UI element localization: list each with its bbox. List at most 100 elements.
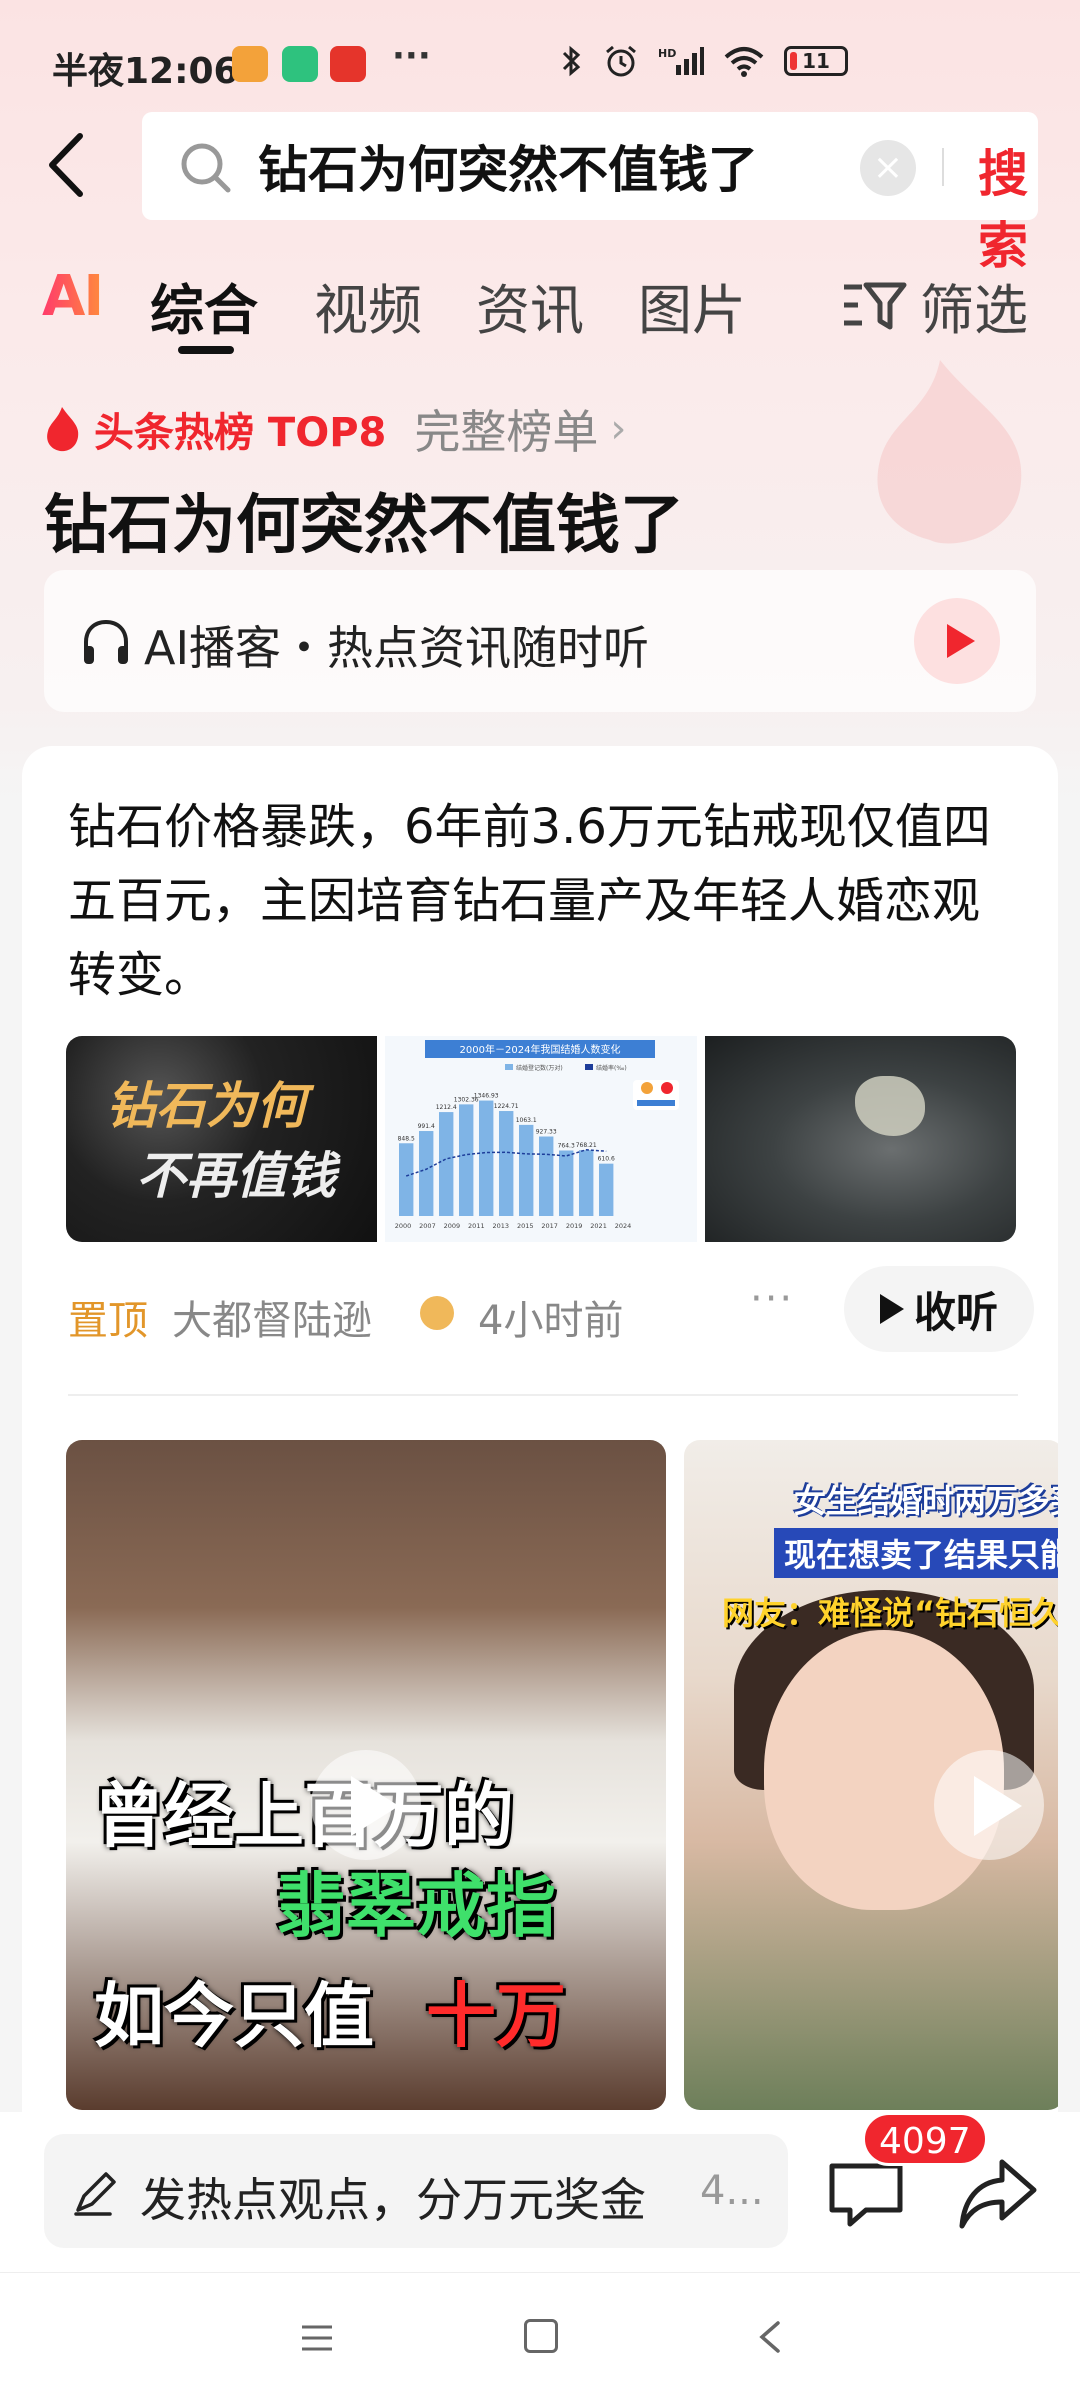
- chart-bar-label: 1212.4: [436, 1104, 457, 1111]
- chart-x-label: 2000: [395, 1222, 412, 1230]
- ai-podcast-bar[interactable]: AI播客・热点资讯随时听: [44, 570, 1036, 712]
- chart-bar: [459, 1104, 474, 1216]
- wifi-icon: [724, 47, 764, 77]
- thumbnail-title-line2: 不再值钱: [136, 1147, 336, 1205]
- fire-icon: [47, 407, 79, 452]
- chart-bar-label: 764.3: [558, 1142, 575, 1149]
- thumbnail-title-line1: 钻石为何: [106, 1077, 306, 1135]
- chart-bar: [559, 1150, 574, 1216]
- video-card[interactable]: 女生结婚时两万多买 现在想卖了结果只能 网友：难怪说“钻石恒久远，: [684, 1440, 1058, 2110]
- svg-text:HD: HD: [658, 47, 676, 60]
- podcast-play-button[interactable]: [914, 598, 1000, 684]
- verified-icon: [420, 1296, 454, 1330]
- notes-app-icon: [232, 46, 268, 82]
- tab-video[interactable]: 视频: [314, 266, 422, 345]
- chart-bar-label: 768.21: [576, 1142, 597, 1149]
- headphone-icon: [84, 619, 128, 664]
- image-strip[interactable]: 钻石为何 不再值钱 2000年－2024年我国结婚人数变化 结婚登记数(万对) 结…: [66, 1036, 1016, 1242]
- status-bar: 半夜12:06 ··· HD 11: [0, 0, 1080, 120]
- chart-x-label: 2013: [493, 1222, 510, 1230]
- play-video-icon[interactable]: [311, 1750, 421, 1860]
- search-divider: [942, 148, 944, 186]
- clear-search-button[interactable]: ×: [860, 140, 916, 196]
- comment-icon[interactable]: [826, 2158, 906, 2230]
- bottom-action-bar: 发热点观点，分万元奖金 4... 4097: [0, 2112, 1080, 2272]
- chart-bar: [599, 1163, 614, 1216]
- chart-bar: [479, 1100, 494, 1216]
- pen-icon: [74, 2172, 116, 2216]
- status-more-icon: ···: [392, 36, 431, 76]
- video-caption: 女生结婚时两万多买: [794, 1482, 1058, 1520]
- filter-button[interactable]: 筛选: [842, 266, 1028, 345]
- filter-icon: [844, 282, 907, 329]
- chart-bars: 848.5991.41212.41302.361346.931224.71106…: [398, 1093, 615, 1216]
- nav-back-icon[interactable]: [754, 2319, 784, 2355]
- marriage-chart: 2000年－2024年我国结婚人数变化 结婚登记数(万对) 结婚率(‰) 848.…: [395, 1040, 680, 1230]
- listen-label: 收听: [913, 1287, 998, 1337]
- chart-x-label: 2019: [566, 1222, 583, 1230]
- play-icon: [879, 1294, 904, 1324]
- bluetooth-icon: [562, 45, 581, 77]
- chart-bar-label: 1063.1: [516, 1117, 537, 1124]
- comment-more: 4...: [700, 2168, 764, 2214]
- filter-label: 筛选: [920, 279, 1028, 342]
- author-name[interactable]: 大都督陆逊: [172, 1288, 372, 1346]
- back-arrow-icon[interactable]: [40, 130, 100, 200]
- chart-bar: [399, 1143, 414, 1216]
- video-caption: 十万: [426, 1975, 566, 2057]
- chart-bar: [539, 1136, 554, 1216]
- chart-x-label: 2009: [444, 1222, 461, 1230]
- listen-button[interactable]: 收听: [844, 1266, 1034, 1352]
- chart-x-label: 2007: [419, 1222, 436, 1230]
- share-icon[interactable]: [958, 2156, 1038, 2232]
- menu-icon[interactable]: [300, 2323, 334, 2353]
- chart-bar: [499, 1111, 514, 1216]
- legend-label: 结婚率(‰): [596, 1064, 627, 1072]
- search-tabs: AI 综合 视频 资讯 图片 筛选: [0, 250, 1080, 354]
- home-icon[interactable]: [524, 2319, 558, 2353]
- video-caption: 翡翠戒指: [276, 1865, 556, 1947]
- legend-swatch: [585, 1064, 594, 1070]
- video-caption: 如今只值: [94, 1975, 374, 2057]
- hot-list-label: 头条热榜 TOP8: [94, 410, 387, 456]
- post-time: 4小时前: [478, 1298, 624, 1344]
- video-card[interactable]: 曾经上百万的 翡翠戒指 如今只值 十万: [66, 1440, 666, 2110]
- chevron-right-icon: ›: [610, 406, 627, 452]
- chart-x-label: 2017: [542, 1222, 559, 1230]
- news-app-icon: [330, 46, 366, 82]
- play-video-icon[interactable]: [934, 1750, 1044, 1860]
- chart-bar: [419, 1131, 434, 1216]
- chart-bar-label: 1224.71: [494, 1103, 519, 1110]
- chart-x-label: 2024: [615, 1222, 632, 1230]
- more-options-button[interactable]: ···: [750, 1276, 794, 1322]
- chart-title: 2000年－2024年我国结婚人数变化: [460, 1043, 621, 1056]
- chart-bar-label: 1346.93: [474, 1093, 499, 1100]
- battery-icon: 11: [784, 46, 848, 76]
- tab-all[interactable]: 综合: [150, 266, 258, 345]
- battery-level: 11: [802, 49, 830, 73]
- chart-x-label: 2021: [591, 1222, 608, 1230]
- background-flame-icon: [877, 360, 1022, 544]
- thumbnail-chart-image[interactable]: 2000年－2024年我国结婚人数变化 结婚登记数(万对) 结婚率(‰) 848.…: [385, 1036, 697, 1242]
- legend-label: 结婚登记数(万对): [516, 1064, 563, 1072]
- video-caption: 网友：难怪说“钻石恒久远，: [722, 1594, 1058, 1632]
- chart-bar: [579, 1150, 594, 1216]
- ai-summary[interactable]: 钻石价格暴跌，6年前3.6万元钻戒现仅值四五百元，主因培育钻石量产及年轻人婚恋观…: [68, 790, 1008, 1012]
- diamond-gem: [854, 1076, 925, 1136]
- thumbnail-title-image[interactable]: 钻石为何 不再值钱: [66, 1036, 378, 1242]
- comment-input[interactable]: 发热点观点，分万元奖金 4...: [44, 2134, 788, 2248]
- couple-icon: [633, 1080, 680, 1110]
- card-divider: [68, 1394, 1018, 1396]
- tab-ai[interactable]: AI: [42, 264, 104, 329]
- active-tab-indicator: [178, 346, 234, 354]
- full-list-link[interactable]: 完整榜单: [414, 396, 598, 462]
- chart-bar-label: 610.6: [598, 1156, 615, 1163]
- tab-news[interactable]: 资讯: [476, 266, 584, 345]
- hot-list-row[interactable]: 头条热榜 TOP8 完整榜单 ›: [42, 396, 626, 462]
- tab-images[interactable]: 图片: [638, 266, 746, 345]
- chart-x-label: 2015: [517, 1222, 534, 1230]
- search-box[interactable]: × 搜索: [142, 112, 1038, 275]
- comment-placeholder: 发热点观点，分万元奖金: [140, 2173, 646, 2227]
- thumbnail-diamond-rock-image[interactable]: [704, 1036, 1016, 1242]
- status-time: 半夜12:06: [52, 51, 239, 92]
